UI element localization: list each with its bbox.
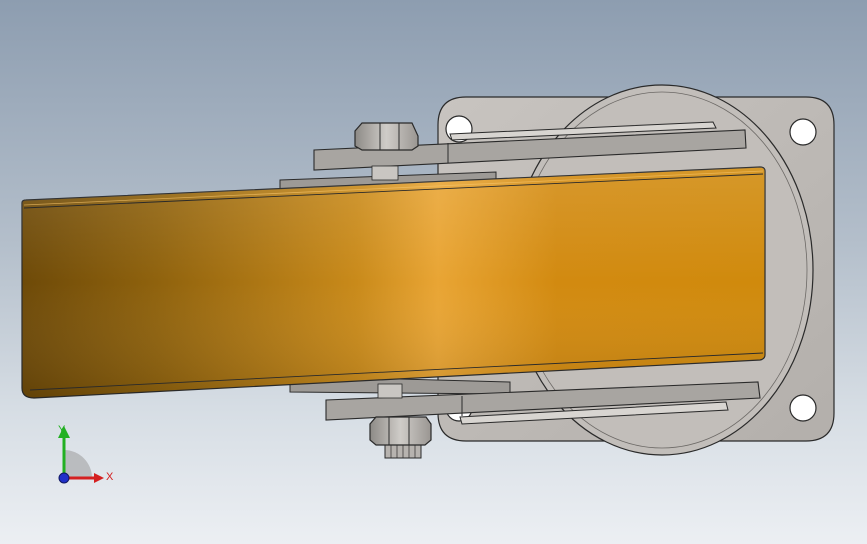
plate-bolt-hole-top-right <box>789 118 817 146</box>
axis-triad: Y X <box>58 424 114 484</box>
y-axis-label: Y <box>58 424 66 436</box>
wheel-tread[interactable] <box>21 166 766 399</box>
graphics-viewport[interactable]: Y X <box>0 0 867 544</box>
x-axis-label: X <box>106 471 114 483</box>
hex-nut-top[interactable] <box>354 122 419 151</box>
z-axis-dot <box>58 472 70 484</box>
caster-wheel-model[interactable] <box>0 0 867 544</box>
plate-bolt-hole-bottom-right <box>789 394 817 422</box>
hex-nut-bottom[interactable] <box>369 416 432 446</box>
